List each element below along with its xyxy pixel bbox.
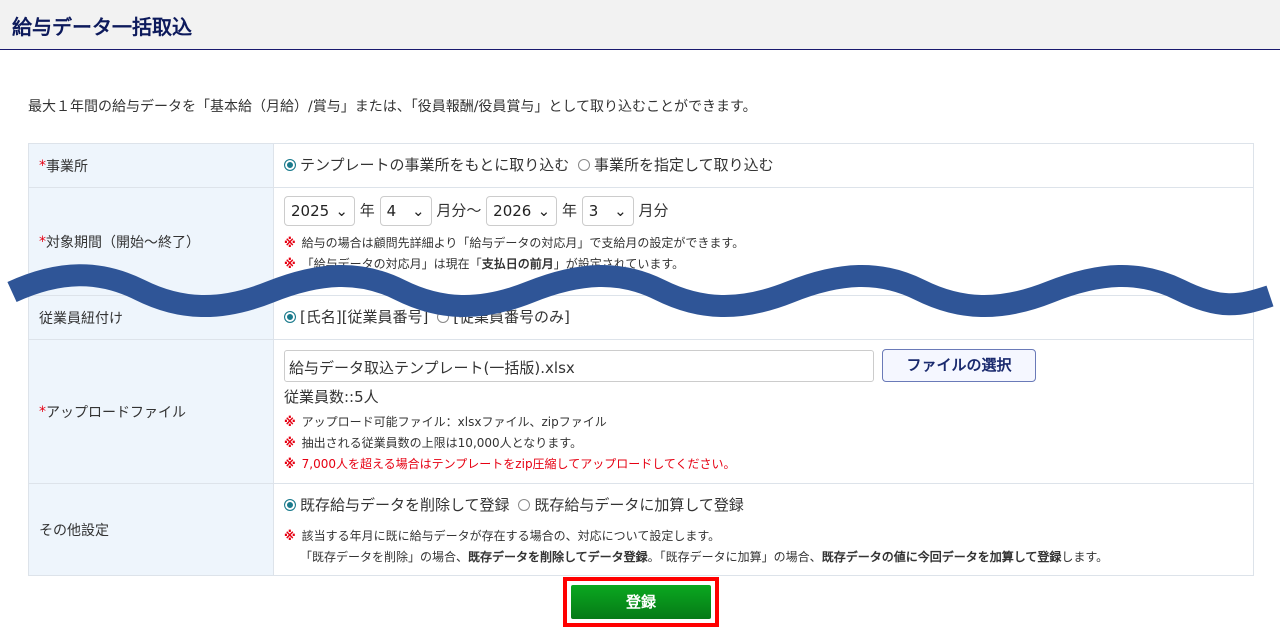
- select-value: 2026: [493, 202, 532, 220]
- chevron-down-icon: ⌄: [412, 202, 425, 220]
- chevron-down-icon: ⌄: [614, 202, 627, 220]
- row-other-settings: その他設定 既存給与データを削除して登録 既存給与データに加算して登録 ※ 該当す…: [29, 483, 1253, 575]
- row-office: * 事業所 テンプレートの事業所をもとに取り込む 事業所を指定して取り込む: [29, 144, 1253, 187]
- radio-office-specify[interactable]: [578, 159, 591, 171]
- note-text: 7,000人を超える場合はテンプレートをzip圧縮してアップロードしてください。: [301, 457, 736, 471]
- radio-label: テンプレートの事業所をもとに取り込む: [300, 156, 570, 174]
- register-button[interactable]: 登録: [571, 585, 711, 619]
- note-text: 給与の場合は顧問先詳細より「給与データの対応月」で支給月の設定ができます。: [301, 236, 745, 250]
- note-text: 「既存データを削除」の場合、: [300, 550, 469, 564]
- unit-text: 月分: [436, 201, 467, 220]
- note-mark: ※: [284, 436, 296, 450]
- employee-count: 従業員数::5人: [284, 388, 379, 406]
- note-mark: ※: [284, 236, 296, 250]
- select-value: 4: [386, 202, 397, 220]
- radio-label: 既存給与データを削除して登録: [300, 496, 510, 514]
- note-mark: ※: [284, 457, 296, 471]
- end-year-select[interactable]: 2026 ⌄: [486, 196, 558, 226]
- row-upload: * アップロードファイル 給与データ取込テンプレート(一括版).xlsx ファイルの…: [29, 339, 1253, 483]
- note-text: アップロード可能ファイル：xlsxファイル、zipファイル: [301, 415, 607, 429]
- page-description: 最大１年間の給与データを「基本給（月給）/賞与」または、「役員報酬/役員賞与」と…: [28, 99, 757, 115]
- radio-label: 既存給与データに加算して登録: [534, 496, 744, 514]
- other-note-detail: 「既存データを削除」の場合、既存データを削除してデータ登録。「既存データに加算」…: [284, 548, 1243, 565]
- tilde-text: ～: [466, 201, 482, 220]
- page-title: 給与データ一括取込: [12, 15, 192, 39]
- chevron-down-icon: ⌄: [335, 202, 348, 220]
- radio-label: 事業所を指定して取り込む: [594, 156, 774, 174]
- other-note: ※ 該当する年月に既に給与データが存在する場合の、対応について設定します。: [284, 527, 1243, 544]
- required-mark: *: [39, 233, 46, 250]
- upload-label: アップロードファイル: [46, 404, 186, 421]
- unit-text: 月分: [638, 201, 669, 220]
- import-form: * 事業所 テンプレートの事業所をもとに取り込む 事業所を指定して取り込む * 対象…: [28, 143, 1254, 576]
- unit-text: 年: [561, 201, 577, 220]
- select-file-button[interactable]: ファイルの選択: [882, 349, 1036, 382]
- note-mark: ※: [284, 529, 296, 543]
- other-settings-label: その他設定: [39, 522, 109, 539]
- select-value: 3: [588, 202, 599, 220]
- chevron-down-icon: ⌄: [537, 202, 551, 220]
- upload-note: ※ アップロード可能ファイル：xlsxファイル、zipファイル: [284, 413, 1243, 430]
- note-text: します。: [1061, 550, 1109, 564]
- office-label: 事業所: [46, 158, 88, 175]
- file-name-input[interactable]: 給与データ取込テンプレート(一括版).xlsx: [284, 349, 874, 382]
- note-bold: 既存データの値に今回データを加算して登録: [821, 550, 1062, 564]
- omission-wave: [7, 264, 1274, 317]
- start-year-select[interactable]: 2025 ⌄: [284, 196, 355, 226]
- submit-highlight: 登録: [563, 577, 719, 627]
- note-mark: ※: [284, 415, 296, 429]
- period-label: 対象期間（開始～終了）: [46, 234, 200, 251]
- required-mark: *: [39, 403, 46, 420]
- select-value: 2025: [291, 202, 330, 220]
- unit-text: 年: [359, 201, 375, 220]
- end-month-select[interactable]: 3 ⌄: [581, 196, 634, 226]
- start-month-select[interactable]: 4 ⌄: [379, 196, 432, 226]
- note-text: 。「既存データに加算」の場合、: [647, 550, 822, 564]
- radio-add-existing[interactable]: [518, 499, 531, 511]
- upload-note: ※ 抽出される従業員数の上限は10,000人となります。: [284, 434, 1243, 451]
- note-text: 該当する年月に既に給与データが存在する場合の、対応について設定します。: [301, 529, 721, 543]
- radio-delete-existing[interactable]: [284, 499, 296, 511]
- note-text: 抽出される従業員数の上限は10,000人となります。: [301, 436, 583, 450]
- required-mark: *: [39, 157, 46, 174]
- radio-office-template[interactable]: [284, 159, 296, 171]
- upload-note-warning: ※ 7,000人を超える場合はテンプレートをzip圧縮してアップロードしてください…: [284, 455, 1243, 472]
- period-note: ※ 給与の場合は顧問先詳細より「給与データの対応月」で支給月の設定ができます。: [284, 234, 1243, 251]
- note-bold: 既存データを削除してデータ登録: [468, 550, 648, 564]
- title-bar: 給与データ一括取込: [0, 0, 1280, 50]
